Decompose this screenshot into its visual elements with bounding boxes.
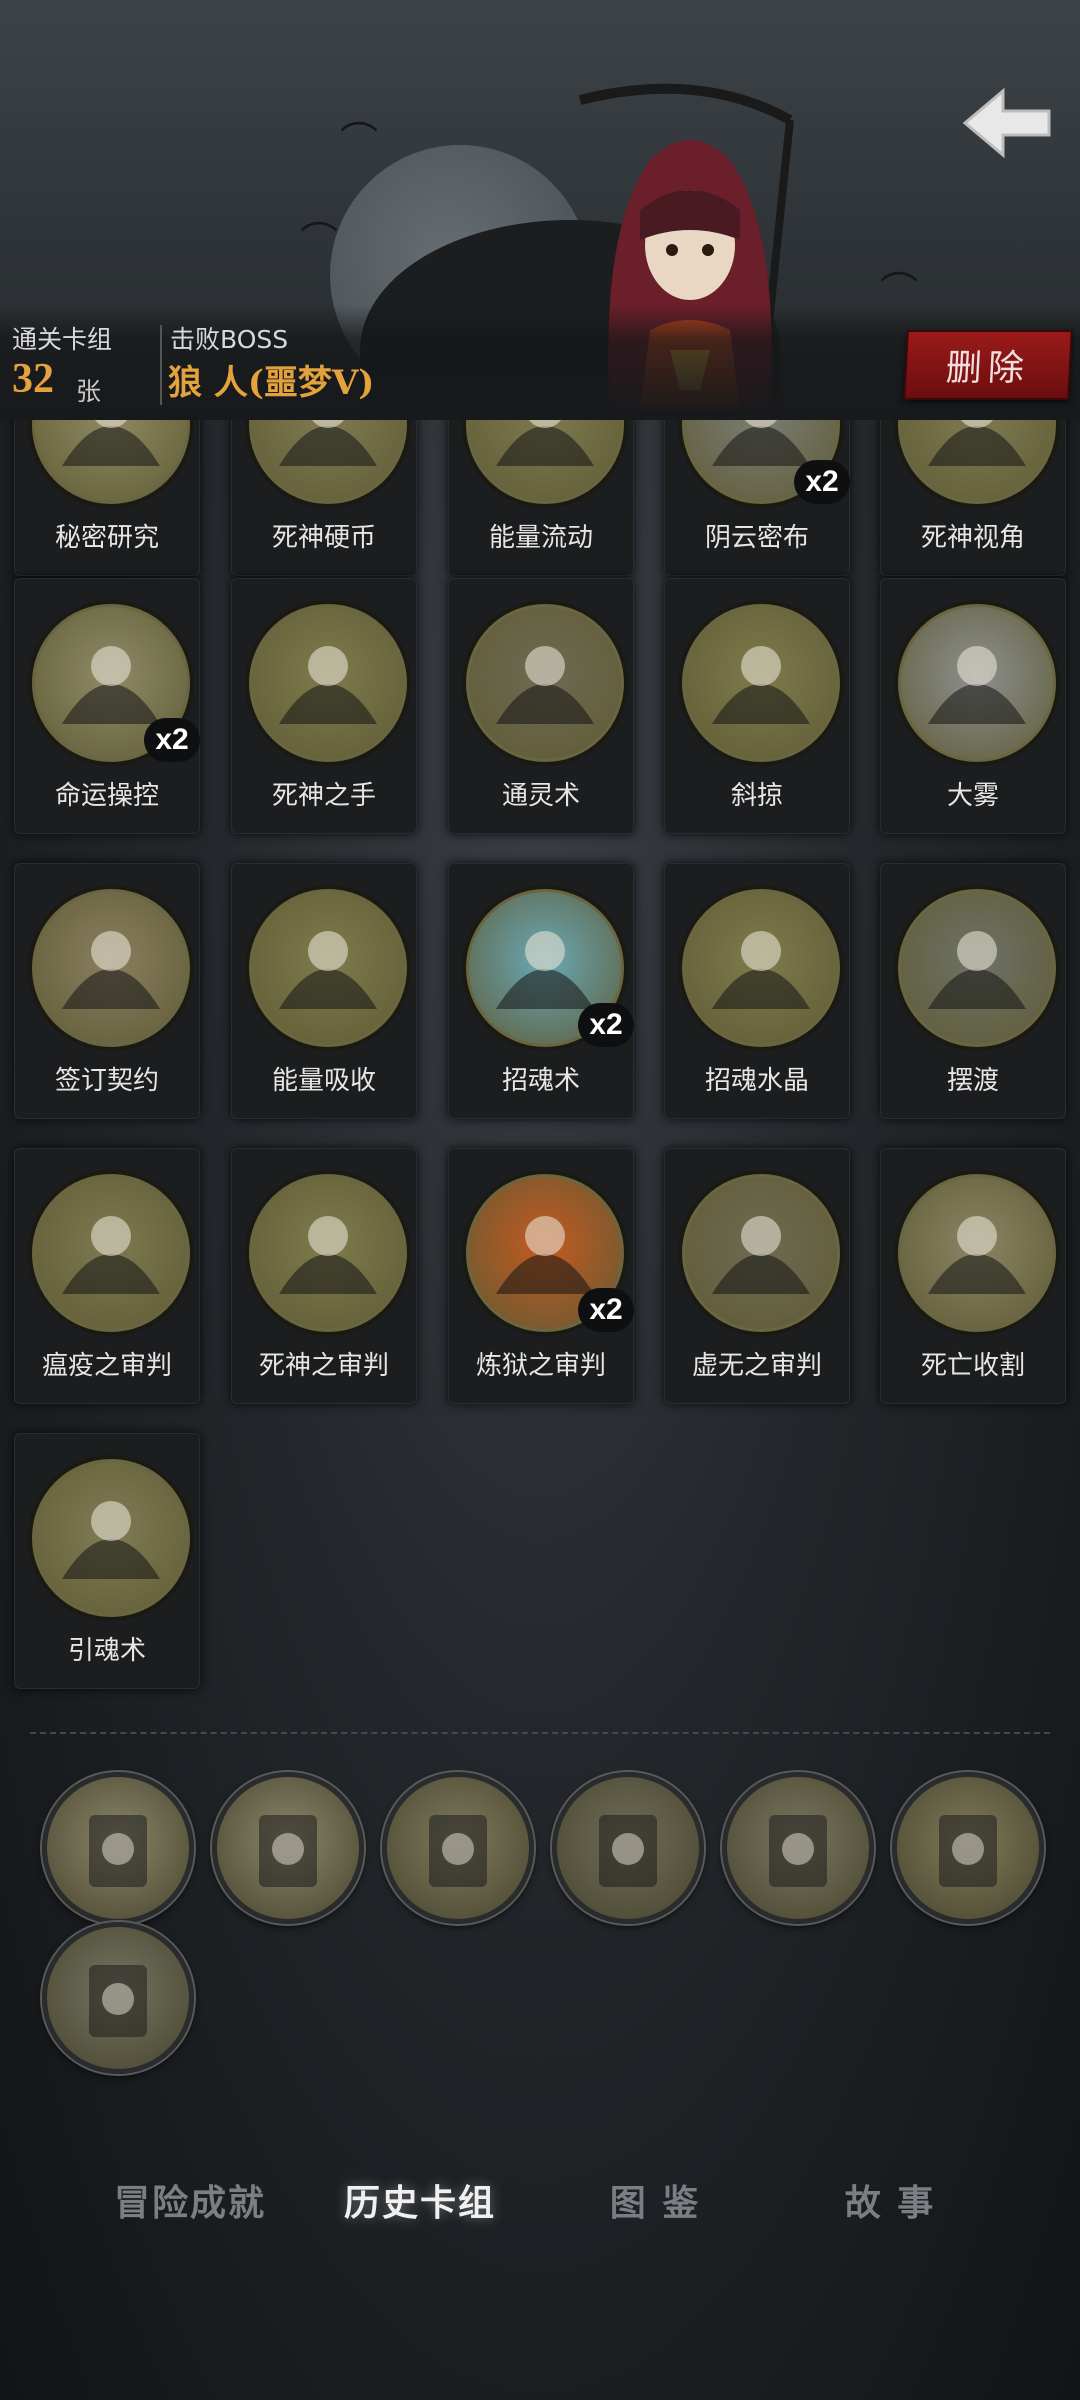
card-item[interactable]: 瘟疫之审判 [14, 1148, 200, 1404]
card-count-badge: x2 [578, 1003, 634, 1047]
boss-label: 击败BOSS [170, 325, 289, 354]
stat-divider [160, 325, 162, 405]
card-item[interactable]: 命运操控 x2 [14, 578, 200, 834]
card-art [245, 600, 411, 766]
card-name: 能量流动 [488, 523, 593, 553]
card-art [894, 885, 1060, 1051]
vampire-relic[interactable] [722, 1772, 874, 1924]
card-item[interactable]: 能量流动 [448, 420, 634, 576]
card-item[interactable]: 能量吸收 [231, 863, 417, 1119]
card-item[interactable]: 大雾 [880, 578, 1066, 834]
card-unit: 张 [76, 377, 102, 406]
boss-name: 狼 人(噩梦V) [168, 363, 375, 403]
card-art [678, 1170, 844, 1336]
tab-2[interactable]: 图 鉴 [560, 2160, 750, 2240]
card-art [245, 420, 411, 508]
card-item[interactable]: 通灵术 [448, 578, 634, 834]
card-item[interactable]: 阴云密布 x2 [664, 420, 850, 576]
card-name: 炼狱之审判 [475, 1351, 606, 1381]
section-divider [30, 1732, 1050, 1734]
card-name: 斜掠 [730, 781, 783, 811]
card-name: 虚无之审判 [691, 1351, 822, 1381]
bat-icon: ⌒ [340, 119, 379, 163]
card-name: 死神之手 [271, 781, 376, 811]
card-art [894, 1170, 1060, 1336]
card-item[interactable]: 秘密研究 [14, 420, 200, 576]
card-name: 摆渡 [946, 1066, 999, 1096]
card-art [894, 420, 1060, 508]
bat-icon: ⌒ [300, 219, 339, 263]
card-name: 签订契约 [54, 1066, 159, 1096]
cards-hands-relic[interactable] [552, 1772, 704, 1924]
tab-3[interactable]: 故 事 [795, 2160, 985, 2240]
tab-0[interactable]: 冒险成就 [95, 2160, 285, 2240]
card-name: 命运操控 [54, 781, 159, 811]
card-name: 瘟疫之审判 [41, 1351, 172, 1381]
card-item[interactable]: 招魂水晶 [664, 863, 850, 1119]
card-item[interactable]: 死神之审判 [231, 1148, 417, 1404]
header-banner: ⌒ ⌒ ⌒ 通关卡组 32 张 击败BOSS 狼 人(噩梦V) 删除 [0, 0, 1080, 420]
card-item[interactable]: 死亡收割 [880, 1148, 1066, 1404]
card-item[interactable]: 死神视角 [880, 420, 1066, 576]
back-button[interactable] [952, 78, 1062, 168]
bottom-tab-bar: 冒险成就 历史卡组图 鉴故 事 [0, 2160, 1080, 2240]
card-item[interactable]: 引魂术 [14, 1433, 200, 1689]
card-name: 阴云密布 [704, 523, 809, 553]
card-name: 大雾 [946, 781, 999, 811]
crystal-hand-relic[interactable] [212, 1772, 364, 1924]
card-art [28, 1170, 194, 1336]
card-name: 死亡收割 [920, 1351, 1025, 1381]
card-art [28, 420, 194, 508]
card-name: 死神硬币 [271, 523, 376, 553]
card-count-badge: x2 [794, 460, 850, 504]
card-item[interactable]: 签订契约 [14, 863, 200, 1119]
card-count: 32 [12, 356, 54, 402]
tab-1[interactable]: 历史卡组 [325, 2160, 515, 2240]
spiral-card-relic[interactable] [42, 1772, 194, 1924]
cuckoo-clock-relic[interactable] [382, 1772, 534, 1924]
card-item[interactable]: 摆渡 [880, 863, 1066, 1119]
card-art [28, 885, 194, 1051]
card-name: 秘密研究 [54, 523, 159, 553]
card-art [245, 1170, 411, 1336]
card-item[interactable]: 招魂术 x2 [448, 863, 634, 1119]
card-count-badge: x2 [578, 1288, 634, 1332]
card-name: 招魂水晶 [704, 1066, 809, 1096]
cleared-deck-label: 通关卡组 [12, 325, 113, 354]
delete-button[interactable]: 删除 [903, 330, 1073, 400]
card-item[interactable]: 斜掠 [664, 578, 850, 834]
card-name: 招魂术 [501, 1066, 580, 1096]
arrow-left-icon [962, 87, 1051, 159]
card-item[interactable]: 死神硬币 [231, 420, 417, 576]
card-art [245, 885, 411, 1051]
card-name: 死神之审判 [258, 1351, 389, 1381]
card-count-badge: x2 [144, 718, 200, 762]
card-art [894, 600, 1060, 766]
card-item[interactable]: 虚无之审判 [664, 1148, 850, 1404]
card-art [678, 600, 844, 766]
card-name: 通灵术 [501, 781, 580, 811]
card-grid: 秘密研究 死神硬币 能量流动 阴云密布 x2 死神视角命运操控 x2 死神之手 通灵术 斜掠 大雾签… [0, 420, 1080, 1700]
bandit-relic[interactable] [42, 1922, 194, 2074]
card-name: 引魂术 [67, 1636, 146, 1666]
card-art [462, 420, 628, 508]
card-name: 死神视角 [920, 523, 1025, 553]
card-art [28, 1455, 194, 1621]
card-item[interactable]: 炼狱之审判 x2 [448, 1148, 634, 1404]
card-name: 能量吸收 [271, 1066, 376, 1096]
card-item[interactable]: 死神之手 [231, 578, 417, 834]
card-art [678, 885, 844, 1051]
card-art [462, 600, 628, 766]
floating-cards-relic[interactable] [892, 1772, 1044, 1924]
